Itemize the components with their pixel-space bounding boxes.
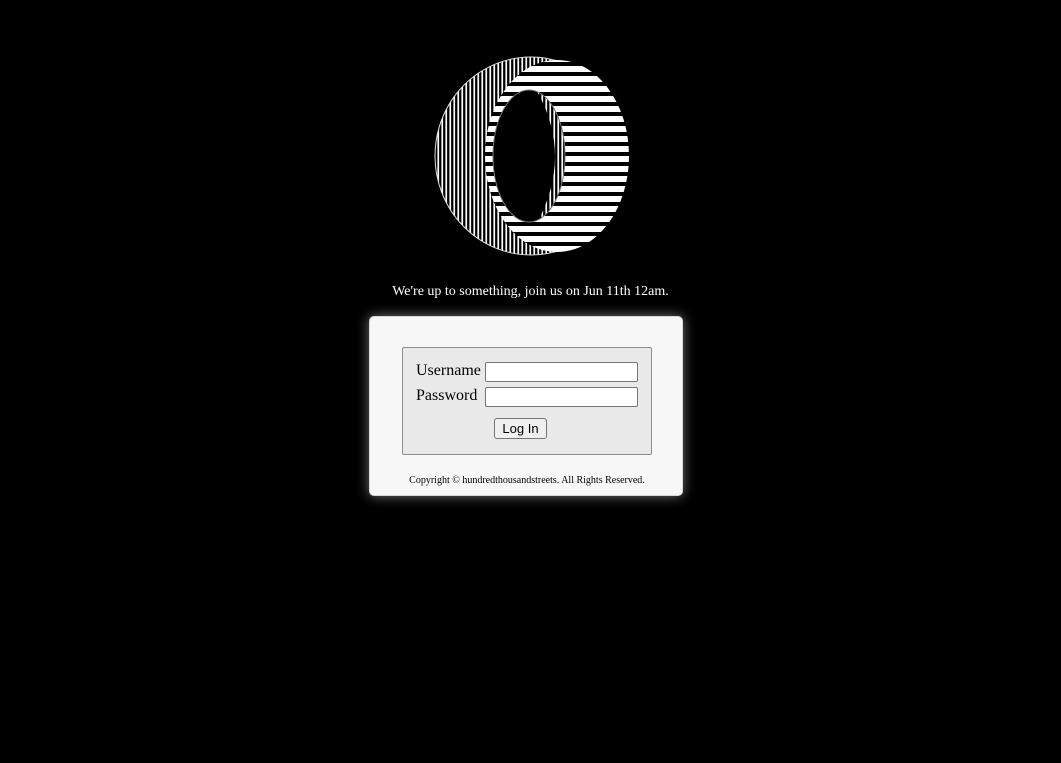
login-page: We're up to something, join us on Jun 11… (0, 0, 1061, 763)
password-label: Password (416, 387, 478, 404)
login-form: Username Password Log In (402, 347, 652, 455)
striped-o-logo-icon (434, 56, 629, 256)
copyright-notice: Copyright © hundredthousandstreets. All … (409, 475, 645, 486)
announcement-tagline: We're up to something, join us on Jun 11… (392, 284, 669, 299)
login-card: Username Password Log In Copyright © hun… (369, 316, 683, 496)
password-input[interactable] (485, 387, 638, 407)
login-button[interactable]: Log In (494, 418, 547, 439)
username-label: Username (416, 362, 481, 379)
username-input[interactable] (485, 362, 638, 382)
